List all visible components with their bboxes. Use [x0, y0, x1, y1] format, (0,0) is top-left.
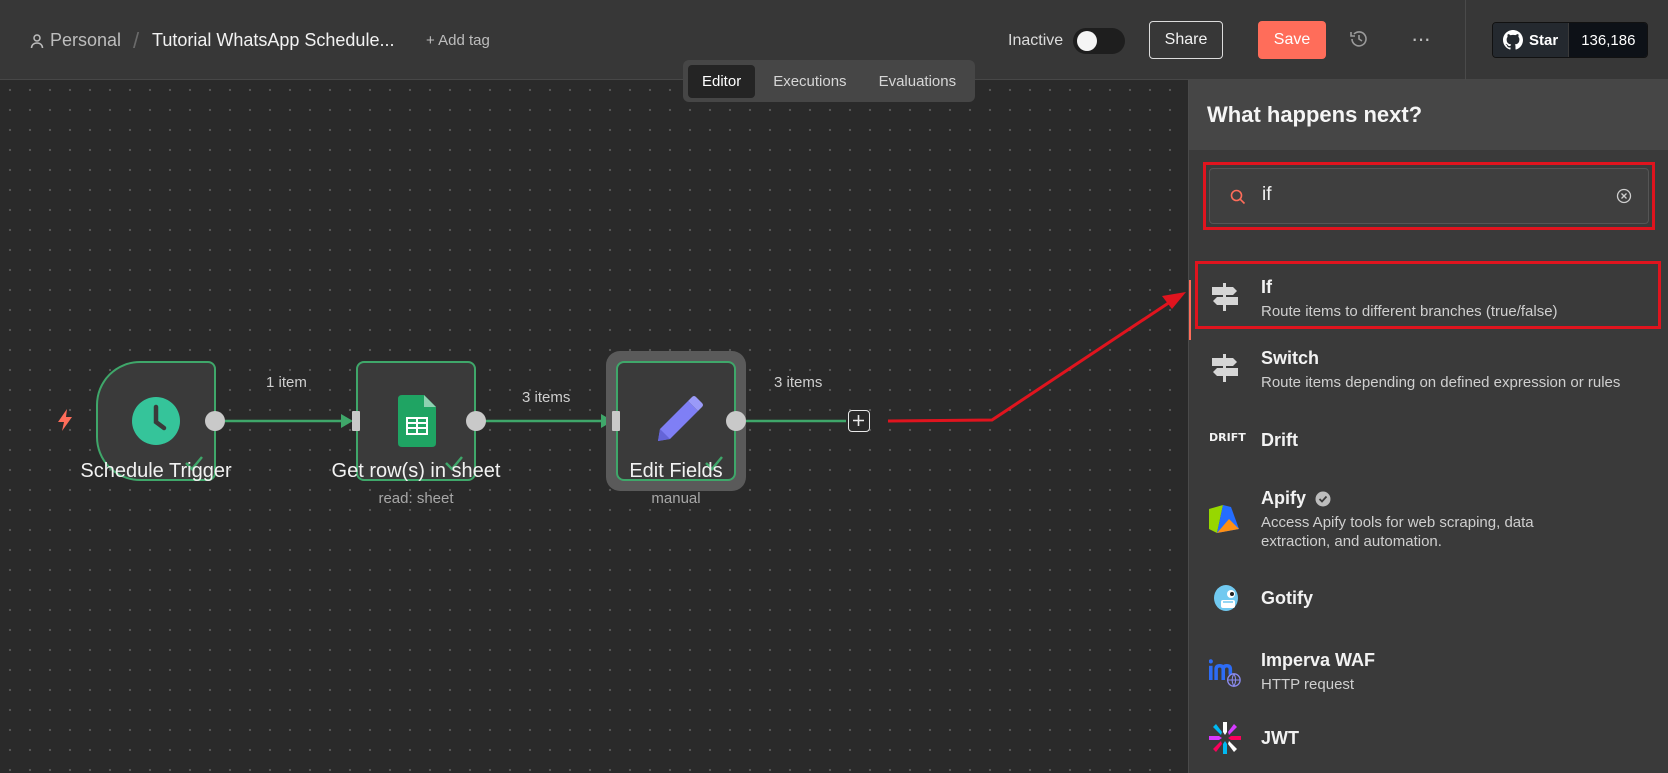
- node-title: Get row(s) in sheet: [331, 460, 501, 482]
- item-description: HTTP request: [1261, 676, 1355, 693]
- item-title: Switch: [1261, 348, 1320, 368]
- node-subtitle: manual: [651, 490, 701, 507]
- github-star-count: 136,186: [1568, 23, 1648, 57]
- item-title: Gotify: [1261, 588, 1313, 608]
- node-title: Schedule Trigger: [80, 460, 232, 482]
- divider: [1465, 0, 1466, 80]
- clock-icon: [132, 397, 180, 445]
- node-item-jwt[interactable]: JWT: [1189, 712, 1668, 768]
- panel-title: What happens next?: [1207, 102, 1423, 127]
- node-creator-panel: What happens next? If Route items to dif…: [1188, 80, 1668, 773]
- node-search-input[interactable]: [1260, 183, 1604, 207]
- signpost-icon: [1212, 354, 1238, 382]
- share-button[interactable]: Share: [1149, 21, 1223, 59]
- node-item-drift[interactable]: DRIFT Drift: [1189, 410, 1668, 462]
- edge-label: 3 items: [522, 389, 571, 406]
- panel-header: What happens next?: [1189, 80, 1668, 150]
- node-output-handle[interactable]: [466, 411, 486, 431]
- view-tabs: Editor Executions Evaluations: [683, 60, 976, 102]
- node-input-handle[interactable]: [612, 411, 620, 431]
- item-title: Drift: [1261, 430, 1298, 450]
- node-item-imperva-waf[interactable]: Imperva WAF HTTP request: [1189, 640, 1668, 702]
- github-icon: [1503, 30, 1523, 50]
- tab-editor[interactable]: Editor: [688, 64, 756, 98]
- search-icon: [1230, 189, 1246, 205]
- add-node-button[interactable]: [848, 410, 870, 432]
- tab-executions[interactable]: Executions: [759, 65, 860, 98]
- apify-logo-icon: [1209, 505, 1239, 533]
- item-title: JWT: [1261, 728, 1299, 748]
- node-input-handle[interactable]: [352, 411, 360, 431]
- node-item-apify[interactable]: Apify Access Apify tools for web scrapin…: [1189, 478, 1668, 558]
- gotify-logo-icon: [1214, 585, 1238, 611]
- item-highlight-outline: [1195, 261, 1661, 329]
- more-options-icon[interactable]: ···: [1411, 26, 1431, 52]
- item-title: Apify: [1261, 488, 1306, 508]
- edge-label: 1 item: [266, 374, 307, 391]
- node-search-box[interactable]: [1209, 168, 1649, 224]
- github-star-button[interactable]: Star: [1493, 23, 1569, 57]
- user-icon: [30, 33, 44, 48]
- tab-evaluations[interactable]: Evaluations: [865, 65, 971, 98]
- node-item-switch[interactable]: Switch Route items depending on defined …: [1189, 338, 1668, 398]
- verified-badge-icon: [1315, 491, 1331, 507]
- pencil-icon: [658, 396, 703, 441]
- node-subtitle: read: sheet: [378, 490, 454, 507]
- breadcrumb-home-label: Personal: [50, 30, 122, 50]
- item-description: Route items depending on defined express…: [1261, 374, 1621, 391]
- plus-icon: [853, 415, 864, 426]
- github-star-label: Star: [1529, 31, 1559, 49]
- github-star-widget[interactable]: Star 136,186: [1492, 22, 1649, 58]
- imperva-logo-icon: [1209, 659, 1241, 688]
- item-title: Imperva WAF: [1261, 650, 1376, 670]
- clear-search-icon[interactable]: [1616, 188, 1632, 204]
- save-button[interactable]: Save: [1258, 21, 1326, 59]
- node-output-handle[interactable]: [205, 411, 225, 431]
- add-tag-button[interactable]: + Add tag: [426, 32, 490, 49]
- workflow-canvas[interactable]: Schedule Trigger Get row(s) in sheet rea…: [0, 80, 1188, 773]
- active-state-label: Inactive: [1008, 32, 1064, 49]
- breadcrumb-home[interactable]: Personal: [30, 30, 121, 51]
- node-output-handle[interactable]: [726, 411, 746, 431]
- node-item-gotify[interactable]: Gotify: [1189, 570, 1668, 626]
- node-title: Edit Fields: [629, 460, 723, 482]
- history-icon[interactable]: [1349, 29, 1369, 49]
- drift-logo-icon: DRIFT: [1209, 431, 1246, 444]
- breadcrumb-separator: /: [133, 28, 140, 53]
- google-sheets-icon: [398, 395, 436, 447]
- activate-toggle[interactable]: [1073, 28, 1125, 54]
- workflow-title[interactable]: Tutorial WhatsApp Schedule...: [152, 30, 394, 51]
- toggle-knob: [1077, 31, 1097, 51]
- jwt-logo-icon: [1209, 722, 1241, 754]
- edge-label: 3 items: [774, 374, 823, 391]
- item-description: Access Apify tools for web scraping, dat…: [1261, 514, 1534, 550]
